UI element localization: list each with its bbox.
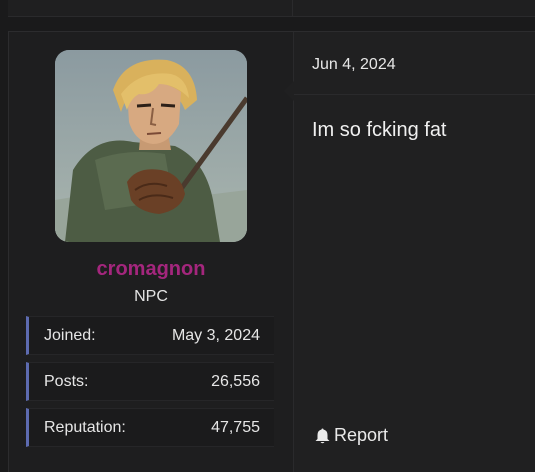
message-header: Jun 4, 2024 bbox=[294, 32, 535, 95]
stat-reputation: Reputation: 47,755 bbox=[26, 408, 274, 447]
thread-page: cromagnon NPC Joined: May 3, 2024 Posts:… bbox=[0, 0, 535, 472]
post-body: Im so fcking fat bbox=[312, 119, 447, 141]
stat-value: 26,556 bbox=[211, 372, 260, 390]
message-panel: Jun 4, 2024 Im so fcking fat Report bbox=[284, 32, 535, 472]
post-date-link[interactable]: Jun 4, 2024 bbox=[312, 56, 396, 74]
stat-joined: Joined: May 3, 2024 bbox=[26, 316, 274, 355]
user-title: NPC bbox=[134, 288, 168, 305]
username-link[interactable]: cromagnon bbox=[9, 258, 293, 281]
user-info-panel: cromagnon NPC Joined: May 3, 2024 Posts:… bbox=[9, 32, 294, 472]
message-pointer bbox=[284, 81, 294, 101]
stat-value: May 3, 2024 bbox=[171, 326, 260, 344]
forum-post: cromagnon NPC Joined: May 3, 2024 Posts:… bbox=[8, 31, 535, 472]
bell-icon bbox=[315, 428, 330, 443]
previous-post-edge bbox=[8, 0, 535, 17]
stat-label: Joined: bbox=[44, 326, 96, 344]
avatar-illustration bbox=[55, 50, 247, 242]
stat-posts: Posts: 26,556 bbox=[26, 362, 274, 401]
stat-label: Reputation: bbox=[44, 418, 126, 436]
previous-post-divider bbox=[292, 0, 293, 16]
report-label: Report bbox=[334, 425, 389, 445]
stat-value: 47,755 bbox=[211, 418, 260, 436]
user-avatar[interactable] bbox=[55, 50, 247, 242]
report-button[interactable]: Report bbox=[314, 425, 388, 446]
stat-label: Posts: bbox=[44, 372, 89, 390]
